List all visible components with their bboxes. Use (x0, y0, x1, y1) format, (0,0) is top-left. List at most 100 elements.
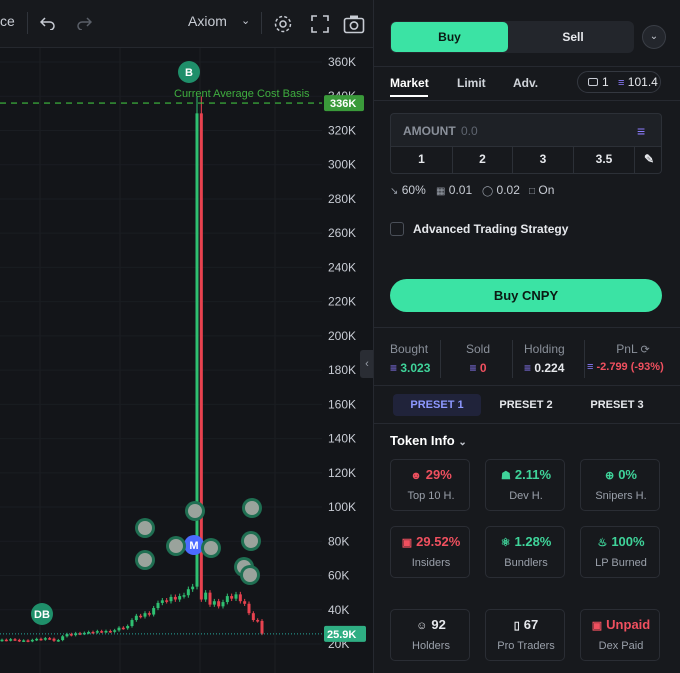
priority-fee-stat[interactable]: ▦ 0.01 (436, 183, 472, 197)
amount-label: AMOUNT (403, 124, 456, 138)
toolbar-cut-label[interactable]: ce (0, 13, 15, 29)
quick-amount-3[interactable]: 3 (513, 146, 574, 173)
tab-limit[interactable]: Limit (457, 76, 486, 90)
candle (91, 632, 95, 634)
amount-input-box[interactable]: AMOUNT 0.0 ≡ (390, 113, 662, 147)
advanced-strategy-label[interactable]: Advanced Trading Strategy (413, 222, 568, 236)
candle (30, 639, 34, 642)
slippage-value: 60% (401, 183, 426, 197)
preset-tabs: PRESET 1 PRESET 2 PRESET 3 (390, 394, 662, 416)
buy-token-button[interactable]: Buy CNPY (390, 279, 662, 312)
camera-icon[interactable] (343, 14, 365, 34)
candle (139, 615, 143, 618)
solana-icon: ≡ (618, 77, 625, 89)
avg-cost-price-tag-text: 336K (330, 98, 356, 110)
buy-tab[interactable]: Buy (391, 22, 508, 52)
collapse-panel-handle[interactable]: ‹ (360, 350, 373, 378)
token-info-card-dex-paid: ▣ Unpaid Dex Paid (580, 609, 660, 661)
candle (0, 639, 4, 642)
candle (221, 602, 225, 607)
chevron-down-icon[interactable]: ⌄ (241, 14, 250, 27)
people-icon: ☺ (416, 620, 428, 632)
card-label: Dev H. (509, 490, 543, 502)
badge-icon: ▣ (591, 620, 603, 632)
token-info-card-insiders: ▣ 29.52% Insiders (390, 526, 470, 578)
chevron-down-icon[interactable]: ⌄ (642, 25, 666, 49)
tab-preset-2[interactable]: PRESET 2 (482, 394, 570, 416)
quick-amount-4[interactable]: 3.5 (574, 146, 635, 173)
divider (512, 340, 513, 378)
candle (256, 620, 260, 622)
refresh-icon[interactable]: ⟳ (641, 344, 650, 356)
fullscreen-icon[interactable] (311, 15, 329, 33)
candles-icon: ▯ (513, 620, 520, 632)
solana-icon: ≡ (587, 361, 594, 373)
tab-preset-1[interactable]: PRESET 1 (393, 394, 481, 416)
candle (113, 630, 117, 632)
tab-market[interactable]: Market (390, 76, 429, 90)
y-tick-label: 260K (328, 226, 356, 240)
candle (186, 589, 190, 596)
holding-stat: Holding ≡ 0.224 (524, 342, 565, 375)
candle (35, 638, 39, 641)
price-chart[interactable]: 360K340K320K300K280K260K240K220K200K180K… (0, 48, 373, 673)
divider (374, 100, 680, 101)
quick-amount-1[interactable]: 1 (391, 146, 453, 173)
wallet-count: 1 (602, 75, 609, 89)
card-label: Top 10 H. (407, 490, 455, 502)
redo-icon[interactable] (76, 16, 92, 30)
divider (374, 66, 680, 67)
y-tick-label: 320K (328, 123, 356, 137)
ghost-icon: ▣ (401, 537, 413, 549)
buy-marker-text: B (185, 67, 193, 79)
wallet-balance: 101.4 (627, 75, 658, 89)
candle (126, 626, 130, 629)
tab-advanced[interactable]: Adv. (513, 76, 538, 90)
token-info-title[interactable]: Token Info ⌄ (390, 433, 467, 448)
card-label: Holders (412, 640, 450, 652)
avg-cost-label: Current Average Cost Basis (174, 88, 310, 100)
trader-avatar-face (138, 521, 152, 535)
migration-marker-text: M (189, 540, 198, 552)
candle (156, 602, 160, 609)
candle (48, 638, 52, 640)
indicator-label[interactable]: Axiom (188, 13, 227, 29)
candle (173, 596, 177, 600)
edit-icon[interactable]: ✎ (635, 146, 663, 173)
candle (260, 620, 264, 634)
card-value: 0% (618, 467, 637, 482)
bribe-value: 0.02 (496, 183, 520, 197)
solana-icon: ≡ (390, 361, 398, 375)
y-tick-label: 360K (328, 55, 356, 69)
priority-fee-value: 0.01 (448, 183, 473, 197)
mev-stat[interactable]: □ On (529, 183, 554, 197)
tab-preset-3[interactable]: PRESET 3 (573, 394, 661, 416)
sell-tab[interactable]: Sell (512, 21, 634, 53)
trader-avatar-face (245, 501, 259, 515)
token-info-card-top-10-h: ☻ 29% Top 10 H. (390, 459, 470, 511)
trader-avatar-face (169, 539, 183, 553)
y-tick-label: 60K (328, 569, 349, 583)
bought-value: 3.023 (400, 361, 431, 375)
quick-amount-2[interactable]: 2 (453, 146, 513, 173)
candle (152, 608, 156, 615)
slippage-stat[interactable]: ↘ 60% (390, 183, 426, 197)
y-tick-label: 140K (328, 432, 356, 446)
amount-input[interactable]: 0.0 (461, 124, 478, 138)
undo-icon[interactable] (40, 16, 56, 30)
candle (17, 639, 21, 642)
trader-avatar-face (204, 541, 218, 555)
trade-panel: Buy Sell ⌄ Market Limit Adv. 1 ≡ 101.4 A… (373, 0, 680, 673)
advanced-strategy-checkbox[interactable] (390, 222, 404, 236)
candle (160, 600, 164, 603)
wallet-selector[interactable]: 1 ≡ 101.4 (577, 71, 661, 93)
gear-icon[interactable] (273, 14, 293, 34)
bribe-stat[interactable]: ◯ 0.02 (482, 183, 520, 197)
token-info-card-pro-traders: ▯ 67 Pro Traders (485, 609, 565, 661)
candle (212, 601, 216, 605)
card-value: 92 (431, 617, 446, 632)
token-info-card-snipers-h: ⊕ 0% Snipers H. (580, 459, 660, 511)
divider (374, 327, 680, 328)
candle (43, 638, 47, 640)
card-label: LP Burned (595, 557, 647, 569)
